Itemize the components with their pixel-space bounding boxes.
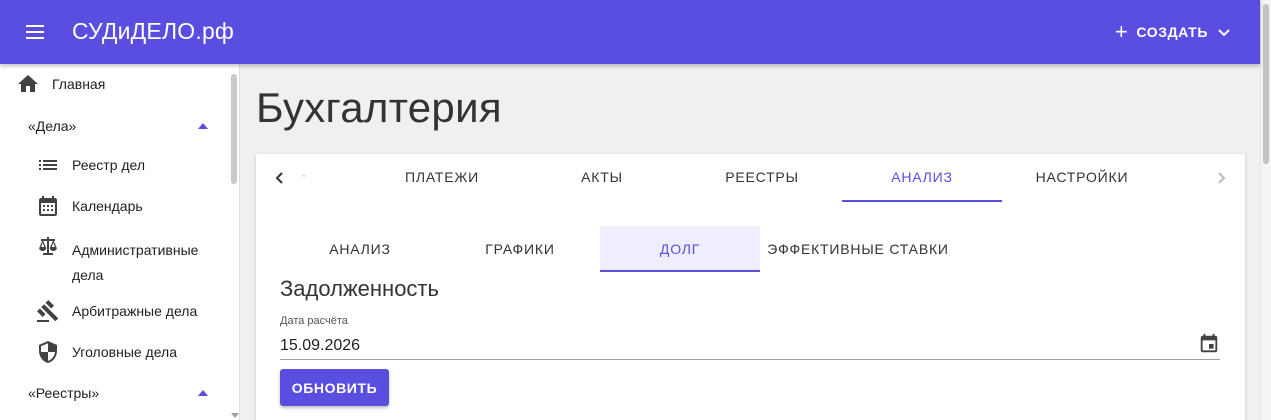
sidebar-item-arbitration[interactable]: Арбитражные дела [0, 299, 228, 323]
sidebar-group-cases[interactable]: «Дела» [28, 118, 218, 134]
tab-payments[interactable]: ПЛАТЕЖИ [362, 154, 522, 202]
subtab-effective-rates[interactable]: ЭФФЕКТИВНЫЕ СТАВКИ [760, 226, 956, 272]
sidebar-item-label: Главная [52, 76, 106, 92]
home-icon [16, 72, 40, 96]
calendar-icon[interactable] [1198, 333, 1220, 355]
sidebar-item-calendar[interactable]: Календарь [0, 194, 228, 218]
list-icon [36, 153, 60, 177]
sidebar-item-administrative[interactable]: Административные дела [0, 234, 228, 284]
create-button-label: СОЗДАТЬ [1136, 24, 1208, 40]
sidebar-item-registry[interactable]: Реестр дел [0, 153, 228, 177]
sidebar-item-label: Арбитражные дела [72, 303, 198, 319]
plus-icon: + [1114, 19, 1129, 44]
sidebar-item-criminal[interactable]: Уголовные дела [0, 340, 228, 364]
sidebar-scrollbar-thumb[interactable] [231, 74, 237, 184]
create-button[interactable]: + СОЗДАТЬ [1115, 20, 1232, 44]
sidebar-item-label: Уголовные дела [72, 344, 178, 360]
sidebar-item-label: Календарь [72, 198, 143, 214]
subtab-debt[interactable]: ДОЛГ [600, 226, 760, 272]
chevron-right-icon[interactable] [1213, 170, 1229, 186]
page-scrollbar[interactable] [1260, 0, 1271, 420]
sidebar-item-label: Реестр дел [72, 157, 146, 173]
tab-overflow-indicator: · [302, 168, 306, 182]
shield-icon [36, 340, 60, 364]
app-title[interactable]: СУДиДЕЛО.рф [72, 18, 234, 45]
collapse-icon [198, 390, 208, 396]
calendar-icon [36, 194, 60, 218]
menu-icon[interactable] [24, 22, 46, 42]
tab-settings[interactable]: НАСТРОЙКИ [1002, 154, 1162, 202]
subtab-analysis[interactable]: АНАЛИЗ [280, 226, 440, 272]
calculation-date-input[interactable] [280, 332, 1220, 360]
sidebar-group-label: «Дела» [28, 118, 77, 134]
sidebar-item-home[interactable]: Главная [0, 72, 228, 96]
page-title: Бухгалтерия [256, 84, 502, 131]
scroll-down-icon[interactable] [231, 413, 239, 418]
app-bar: СУДиДЕЛО.рф + СОЗДАТЬ [0, 0, 1260, 64]
tab-registries[interactable]: РЕЕСТРЫ [682, 154, 842, 202]
sidebar-scrollbar[interactable] [229, 64, 239, 420]
sidebar-item-label: Административные дела [72, 242, 199, 283]
scales-icon [36, 234, 60, 258]
date-field-label: Дата расчёта [280, 315, 348, 327]
tab-analysis[interactable]: АНАЛИЗ [842, 154, 1002, 202]
tab-acts[interactable]: АКТЫ [522, 154, 682, 202]
chevron-down-icon [1218, 29, 1230, 37]
chevron-left-icon[interactable] [272, 170, 288, 186]
collapse-icon [198, 123, 208, 129]
gavel-icon [36, 299, 60, 323]
update-button[interactable]: ОБНОВИТЬ [280, 369, 389, 406]
subtab-charts[interactable]: ГРАФИКИ [440, 226, 600, 272]
section-title: Задолженность [280, 276, 439, 301]
accounting-card: · ПЛАТЕЖИ АКТЫ РЕЕСТРЫ АНАЛИЗ НАСТРОЙКИ … [256, 154, 1245, 420]
sidebar: Главная «Дела» Реестр дел Календарь Адми… [0, 64, 240, 420]
sidebar-group-registries[interactable]: «Реестры» [28, 385, 218, 401]
sidebar-group-label: «Реестры» [28, 385, 100, 401]
page-scrollbar-thumb[interactable] [1263, 4, 1269, 164]
